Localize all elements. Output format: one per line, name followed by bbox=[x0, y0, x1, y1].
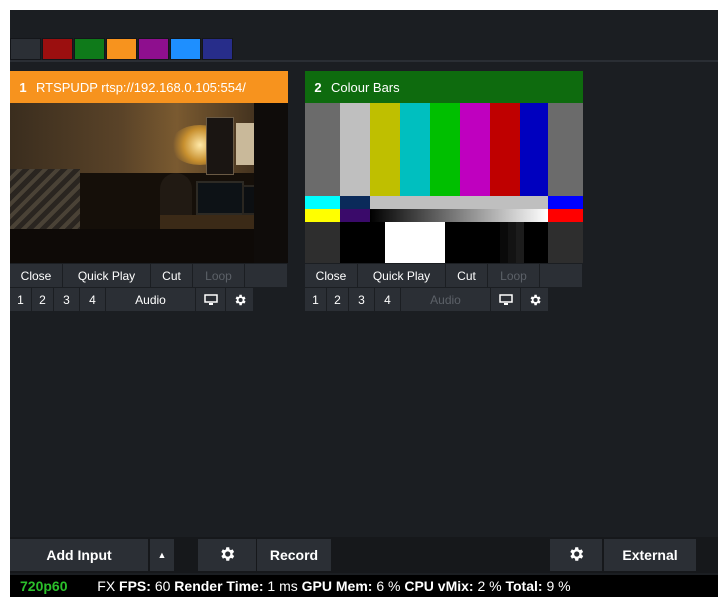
monitor-button[interactable] bbox=[196, 288, 226, 311]
input-settings-button[interactable] bbox=[226, 288, 254, 311]
input-panel-2: 2 Colour Bars Close Quick Play Cut Loop … bbox=[305, 71, 583, 311]
fx-label: FX bbox=[97, 578, 116, 594]
cpu-vmix-value: 2 % bbox=[477, 578, 502, 594]
monitor-button[interactable] bbox=[491, 288, 521, 311]
fps-value: 60 bbox=[154, 578, 171, 594]
input-header-1[interactable]: 1 RTSPUDP rtsp://192.168.0.105:554/ bbox=[10, 71, 288, 103]
input-title: Colour Bars bbox=[331, 79, 400, 95]
color-tab-navy[interactable] bbox=[202, 38, 233, 60]
render-time-label: Render Time: bbox=[174, 578, 264, 594]
record-button[interactable]: Record bbox=[257, 539, 331, 571]
color-tab-purple[interactable] bbox=[138, 38, 169, 60]
close-button[interactable]: Close bbox=[10, 264, 63, 287]
render-time-value: 1 ms bbox=[267, 578, 298, 594]
input-preview-2[interactable] bbox=[305, 103, 583, 263]
overlay-2-button[interactable]: 2 bbox=[32, 288, 54, 311]
overlay-4-button[interactable]: 4 bbox=[375, 288, 401, 311]
monitor-icon bbox=[498, 293, 513, 306]
cpu-total-label: Total: bbox=[505, 578, 543, 594]
bottom-toolbar: Add Input ▲ Record External bbox=[10, 537, 718, 573]
color-tab-green[interactable] bbox=[74, 38, 105, 60]
gpu-mem-label: GPU Mem: bbox=[301, 578, 373, 594]
monitor-icon bbox=[203, 293, 218, 306]
cut-button[interactable]: Cut bbox=[446, 264, 488, 287]
blank-button[interactable] bbox=[245, 264, 288, 287]
gear-icon bbox=[567, 545, 585, 566]
cpu-total-value: 9 % bbox=[546, 578, 571, 594]
gpu-mem-value: 6 % bbox=[376, 578, 401, 594]
status-bar: 720p60 FX FPS: 60 Render Time: 1 ms GPU … bbox=[10, 575, 718, 597]
input-settings-button[interactable] bbox=[521, 288, 549, 311]
input-title: RTSPUDP rtsp://192.168.0.105:554/ bbox=[36, 79, 246, 95]
input-panel-1: 1 RTSPUDP rtsp://192.168.0.105:554/ Clos… bbox=[10, 71, 288, 311]
input-header-2[interactable]: 2 Colour Bars bbox=[305, 71, 583, 103]
loop-button[interactable]: Loop bbox=[193, 264, 245, 287]
colour-bars-image bbox=[305, 103, 583, 263]
overlay-4-button[interactable]: 4 bbox=[80, 288, 106, 311]
gear-icon bbox=[528, 293, 542, 307]
external-settings-button[interactable] bbox=[550, 539, 602, 571]
close-button[interactable]: Close bbox=[305, 264, 358, 287]
cpu-vmix-label: CPU vMix: bbox=[404, 578, 474, 594]
color-tab-blue[interactable] bbox=[170, 38, 201, 60]
overlay-2-button[interactable]: 2 bbox=[327, 288, 349, 311]
gear-icon bbox=[218, 545, 236, 566]
loop-button[interactable]: Loop bbox=[488, 264, 540, 287]
overlay-3-button[interactable]: 3 bbox=[349, 288, 375, 311]
tab-divider bbox=[10, 60, 718, 62]
video-format[interactable]: 720p60 bbox=[20, 578, 67, 594]
quick-play-button[interactable]: Quick Play bbox=[63, 264, 151, 287]
vmix-window: 1 RTSPUDP rtsp://192.168.0.105:554/ Clos… bbox=[10, 10, 718, 597]
color-tab-red[interactable] bbox=[42, 38, 73, 60]
add-input-dropdown-button[interactable]: ▲ bbox=[150, 539, 174, 571]
caret-up-icon: ▲ bbox=[157, 550, 167, 560]
audio-button[interactable]: Audio bbox=[106, 288, 196, 311]
color-tab-orange[interactable] bbox=[106, 38, 137, 60]
input-number: 1 bbox=[19, 79, 27, 95]
camera-feed-image bbox=[10, 103, 288, 263]
input-number: 2 bbox=[314, 79, 322, 95]
settings-button[interactable] bbox=[198, 539, 256, 571]
add-input-button[interactable]: Add Input bbox=[10, 539, 148, 571]
audio-button[interactable]: Audio bbox=[401, 288, 491, 311]
overlay-1-button[interactable]: 1 bbox=[305, 288, 327, 311]
input-color-tabs bbox=[10, 38, 233, 60]
blank-button[interactable] bbox=[540, 264, 583, 287]
gear-icon bbox=[233, 293, 247, 307]
cut-button[interactable]: Cut bbox=[151, 264, 193, 287]
quick-play-button[interactable]: Quick Play bbox=[358, 264, 446, 287]
overlay-3-button[interactable]: 3 bbox=[54, 288, 80, 311]
input-preview-1[interactable] bbox=[10, 103, 288, 263]
external-button[interactable]: External bbox=[604, 539, 696, 571]
fps-label: FPS: bbox=[119, 578, 151, 594]
overlay-1-button[interactable]: 1 bbox=[10, 288, 32, 311]
color-tab-none[interactable] bbox=[10, 38, 41, 60]
